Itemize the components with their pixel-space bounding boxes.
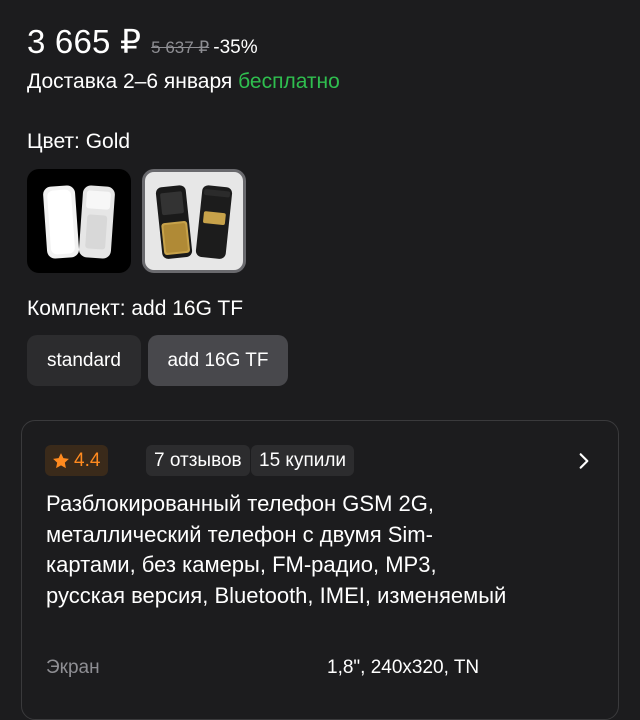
rating-badge[interactable]: 4.4	[45, 445, 109, 476]
delivery-info: Доставка 2–6 января бесплатно	[27, 70, 340, 94]
spec-name: Экран	[46, 657, 100, 678]
product-info-card[interactable]: 4.4 7 отзывов 15 купили Разблокированный…	[21, 420, 619, 720]
color-label: Цвет: Gold	[27, 130, 131, 153]
price-row: 3 665 ₽ 5 637 ₽ -35%	[27, 22, 258, 61]
kit-option-add-16g-tf[interactable]: add 16G TF	[148, 335, 288, 386]
delivery-dates: Доставка 2–6 января	[27, 70, 239, 93]
color-option-white[interactable]	[27, 169, 131, 273]
delivery-free: бесплатно	[238, 70, 340, 93]
current-price: 3 665 ₽	[27, 23, 142, 60]
spec-value: 1,8", 240x320, TN	[327, 657, 480, 678]
color-option-gold[interactable]	[142, 169, 246, 273]
chevron-right-icon[interactable]	[574, 451, 594, 471]
kit-option-standard[interactable]: standard	[27, 335, 141, 386]
old-price: 5 637 ₽	[151, 38, 210, 57]
gold-phone-image	[155, 185, 233, 259]
reviews-badge[interactable]: 7 отзывов	[146, 445, 250, 476]
kit-label: Комплект: add 16G TF	[27, 297, 244, 320]
white-phone-image	[43, 185, 115, 259]
product-title: Разблокированный телефон GSM 2G, металли…	[46, 491, 507, 608]
bought-badge: 15 купили	[251, 445, 355, 476]
star-icon	[53, 452, 69, 468]
rating-value: 4.4	[74, 449, 101, 471]
discount-badge: -35%	[213, 37, 258, 58]
